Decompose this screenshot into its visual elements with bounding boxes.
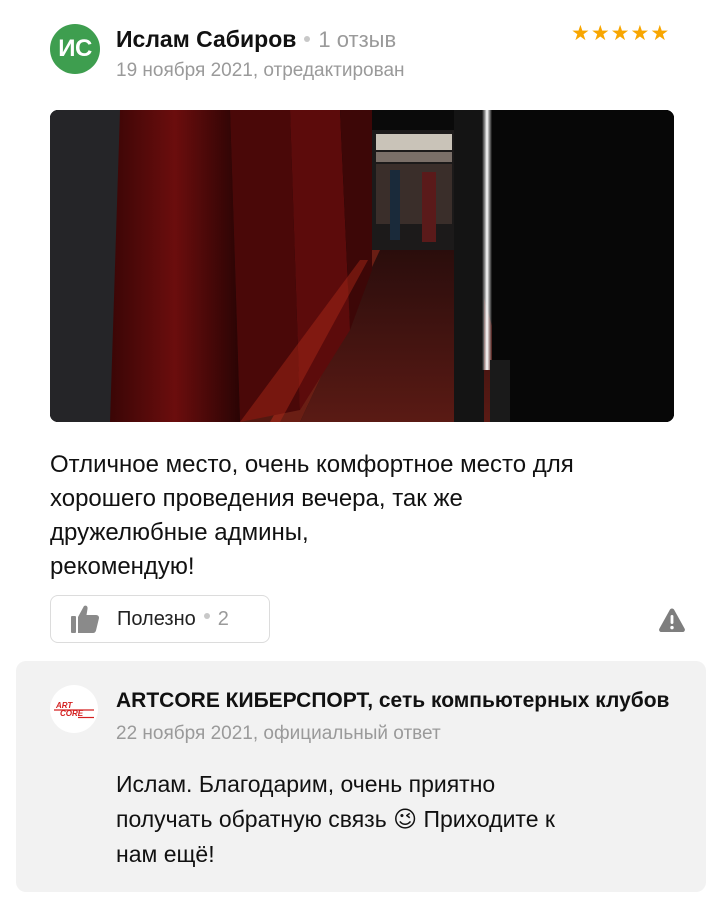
org-logo[interactable]: ART CORE: [50, 685, 98, 733]
reply-text-line: Ислам. Благодарим, очень приятно: [116, 771, 496, 797]
artcore-logo: ART CORE: [54, 701, 94, 719]
reply-text-line: нам ещё!: [116, 841, 215, 867]
author-initials: ИС: [58, 35, 92, 62]
author-name[interactable]: Ислам Сабиров: [116, 26, 296, 53]
org-name[interactable]: ARTCORE КИБЕРСПОРТ, сеть компьютерных кл…: [116, 689, 676, 713]
star-icon: ★: [630, 22, 650, 45]
report-warning-icon[interactable]: [658, 607, 686, 633]
review-text-line: рекомендую!: [50, 553, 195, 580]
star-icon: ★: [571, 22, 590, 45]
review-card: ИС Ислам Сабиров 1 отзыв 19 ноября 2021,…: [0, 0, 710, 900]
review-text-line: Отличное место, очень комфортное место д…: [50, 451, 574, 478]
star-icon: ★: [650, 22, 670, 45]
reply-date: 22 ноября 2021, официальный ответ: [116, 723, 441, 744]
helpful-count: 2: [217, 607, 229, 630]
separator-dot: [304, 36, 311, 42]
review-date: 19 ноября 2021, отредактирован: [116, 60, 405, 81]
rating-stars: ★ ★ ★ ★ ★: [571, 22, 669, 46]
author-review-count[interactable]: 1 отзыв: [318, 27, 396, 53]
star-icon: ★: [590, 22, 610, 45]
separator-dot: [203, 613, 210, 619]
review-text-line: дружелюбные админы,: [50, 519, 309, 546]
author-avatar[interactable]: ИС: [50, 24, 100, 74]
review-text-line: хорошего проведения вечера, так же: [50, 485, 463, 512]
reply-text-line: получать обратную связь 😉 Приходите к: [116, 806, 555, 832]
thumbs-up-icon: [71, 605, 100, 633]
helpful-label: Полезно: [117, 607, 196, 630]
review-text: Отличное место, очень комфортное место д…: [50, 448, 680, 584]
star-icon: ★: [610, 22, 630, 45]
review-photo[interactable]: [50, 110, 674, 422]
owner-reply: ART CORE ARTCORE КИБЕРСПОРТ, сеть компью…: [16, 661, 706, 892]
author-line: Ислам Сабиров 1 отзыв: [116, 26, 396, 53]
helpful-button[interactable]: Полезно 2: [50, 595, 270, 643]
reply-text: Ислам. Благодарим, очень приятно получат…: [116, 767, 686, 872]
